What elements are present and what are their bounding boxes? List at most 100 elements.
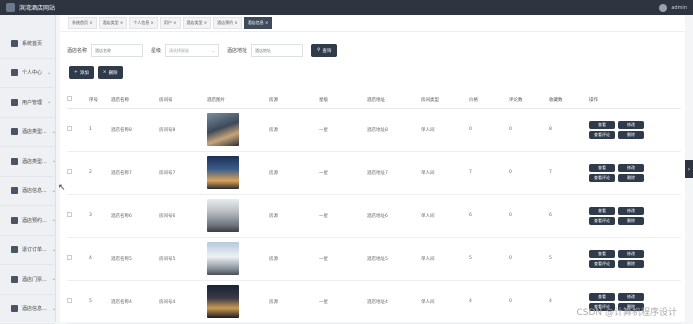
edit-button[interactable]: 修改 xyxy=(618,293,644,301)
view-button[interactable]: 查看 xyxy=(589,293,615,301)
add-button[interactable]: +添加 xyxy=(69,66,94,79)
chevron-down-icon: ⌄ xyxy=(47,70,51,76)
breadcrumb-tab[interactable]: 用户 × xyxy=(160,17,181,29)
cell-address: 酒店地址6 xyxy=(367,194,421,237)
main-content: 系统首页 ×酒店类型 ×个人信息 ×用户 ×酒店类型 ×酒店预约 ×酒店信息 ×… xyxy=(60,15,685,322)
chevron-down-icon: ⌄ xyxy=(52,188,55,194)
delete-button[interactable]: ×删除 xyxy=(98,66,123,79)
username[interactable]: admin xyxy=(671,5,687,11)
grid-icon xyxy=(11,217,18,224)
sidebar-item[interactable]: 个人中心 ⌄ xyxy=(0,59,55,89)
brand: 滨湾酒店网站 xyxy=(6,3,55,12)
cell-comments: 0 xyxy=(509,280,549,323)
cell-star: 一星 xyxy=(319,237,367,280)
view-button[interactable]: 查看 xyxy=(589,250,615,258)
hotel-name-input[interactable] xyxy=(91,44,143,57)
hotel-image xyxy=(207,113,239,146)
hotel-image-cell xyxy=(207,194,269,237)
operations-cell: 查看 修改 查看评论 删除 xyxy=(589,151,681,194)
column-header[interactable] xyxy=(67,92,89,108)
operations-cell: 查看 修改 查看评论 删除 xyxy=(589,194,681,237)
row-checkbox[interactable] xyxy=(67,169,72,174)
table-header: 序号酒店名称房间号酒店图片房源星级酒店地址房间类型价格评论数收藏数操作 xyxy=(67,92,681,108)
row-checkbox[interactable] xyxy=(67,212,72,217)
column-header: 房间类型 xyxy=(421,92,469,108)
row-checkbox[interactable] xyxy=(67,126,72,131)
delete-row-button[interactable]: 删除 xyxy=(618,260,644,268)
query-button[interactable]: ⚲查询 xyxy=(311,44,337,57)
expand-panel-handle[interactable]: › xyxy=(685,160,693,178)
avatar[interactable] xyxy=(659,4,667,12)
view-comments-button[interactable]: 查看评论 xyxy=(589,131,615,139)
grid-icon xyxy=(11,276,18,283)
row-checkbox[interactable] xyxy=(67,298,72,303)
sidebar-item[interactable]: 酒店信息... ⌄ xyxy=(0,177,55,207)
delete-row-button[interactable]: 删除 xyxy=(618,217,644,225)
cell-favorites: 7 xyxy=(549,151,589,194)
view-comments-button[interactable]: 查看评论 xyxy=(589,260,615,268)
edit-button[interactable]: 修改 xyxy=(618,250,644,258)
sidebar-item-label: 酒店类型... xyxy=(22,158,47,165)
breadcrumb-tab[interactable]: 酒店信息 × xyxy=(244,17,273,29)
sidebar-item[interactable]: 用户管理 ⌄ xyxy=(0,88,55,118)
edit-button[interactable]: 修改 xyxy=(618,164,644,172)
breadcrumb-tab[interactable]: 酒店类型 × xyxy=(183,17,212,29)
breadcrumb-tab[interactable]: 系统首页 × xyxy=(68,17,97,29)
cell-index: 1 xyxy=(89,108,111,151)
grid-icon xyxy=(11,158,18,165)
delete-row-button[interactable]: 删除 xyxy=(618,174,644,182)
cell-source: 房源 xyxy=(269,194,319,237)
row-select-cell xyxy=(67,151,89,194)
sidebar-item[interactable]: 系统首页 xyxy=(0,29,55,59)
sidebar-item[interactable]: 酒店门票... ⌄ xyxy=(0,265,55,295)
select-all-checkbox[interactable] xyxy=(67,96,72,101)
edit-button[interactable]: 修改 xyxy=(618,121,644,129)
breadcrumb-tab[interactable]: 酒店预约 × xyxy=(213,17,242,29)
cell-star: 一星 xyxy=(319,280,367,323)
row-select-cell xyxy=(67,108,89,151)
column-header: 房间号 xyxy=(159,92,207,108)
cell-name: 酒店名称8 xyxy=(111,108,159,151)
view-comments-button[interactable]: 查看评论 xyxy=(589,174,615,182)
column-header: 酒店名称 xyxy=(111,92,159,108)
address-label: 酒店地址 xyxy=(227,47,247,54)
top-bar: 滨湾酒店网站 admin xyxy=(0,0,693,15)
view-button[interactable]: 查看 xyxy=(589,121,615,129)
sidebar-item[interactable]: 酒店信息... ⌄ xyxy=(0,295,55,324)
star-select[interactable]: 请选择星级⌄ xyxy=(165,44,219,57)
row-select-cell xyxy=(67,194,89,237)
breadcrumb-tab[interactable]: 个人信息 × xyxy=(129,17,158,29)
column-header: 星级 xyxy=(319,92,367,108)
cell-price: 7 xyxy=(469,151,509,194)
cell-type: 单人间 xyxy=(421,237,469,280)
cell-room: 房间号6 xyxy=(159,194,207,237)
cell-comments: 0 xyxy=(509,108,549,151)
cell-index: 3 xyxy=(89,194,111,237)
cell-index: 4 xyxy=(89,237,111,280)
delete-row-button[interactable]: 删除 xyxy=(618,131,644,139)
view-button[interactable]: 查看 xyxy=(589,207,615,215)
search-bar: 酒店名称 星级 请选择星级⌄ 酒店地址 ⚲查询 xyxy=(67,44,337,57)
sidebar-item[interactable]: 退订订单... ⌄ xyxy=(0,236,55,266)
sidebar-item[interactable]: 酒店类型... ⌄ xyxy=(0,147,55,177)
sidebar-item[interactable]: 酒店类型... ⌄ xyxy=(0,118,55,148)
view-button[interactable]: 查看 xyxy=(589,164,615,172)
cell-address: 酒店地址7 xyxy=(367,151,421,194)
sidebar-item[interactable]: 酒店预约... ⌄ xyxy=(0,206,55,236)
card-icon xyxy=(11,187,18,194)
cell-star: 一星 xyxy=(319,194,367,237)
breadcrumb-tab[interactable]: 酒店类型 × xyxy=(99,17,128,29)
view-comments-button[interactable]: 查看评论 xyxy=(589,217,615,225)
cell-address: 酒店地址4 xyxy=(367,280,421,323)
cell-favorites: 6 xyxy=(549,194,589,237)
cell-source: 房源 xyxy=(269,151,319,194)
user-menu[interactable]: admin xyxy=(659,4,687,12)
cell-index: 5 xyxy=(89,280,111,323)
row-checkbox[interactable] xyxy=(67,255,72,260)
column-header: 操作 xyxy=(589,92,681,108)
hotel-address-input[interactable] xyxy=(251,44,303,57)
operations-cell: 查看 修改 查看评论 删除 xyxy=(589,108,681,151)
edit-button[interactable]: 修改 xyxy=(618,207,644,215)
star-label: 星级 xyxy=(151,47,161,54)
chevron-down-icon: ⌄ xyxy=(52,129,55,135)
